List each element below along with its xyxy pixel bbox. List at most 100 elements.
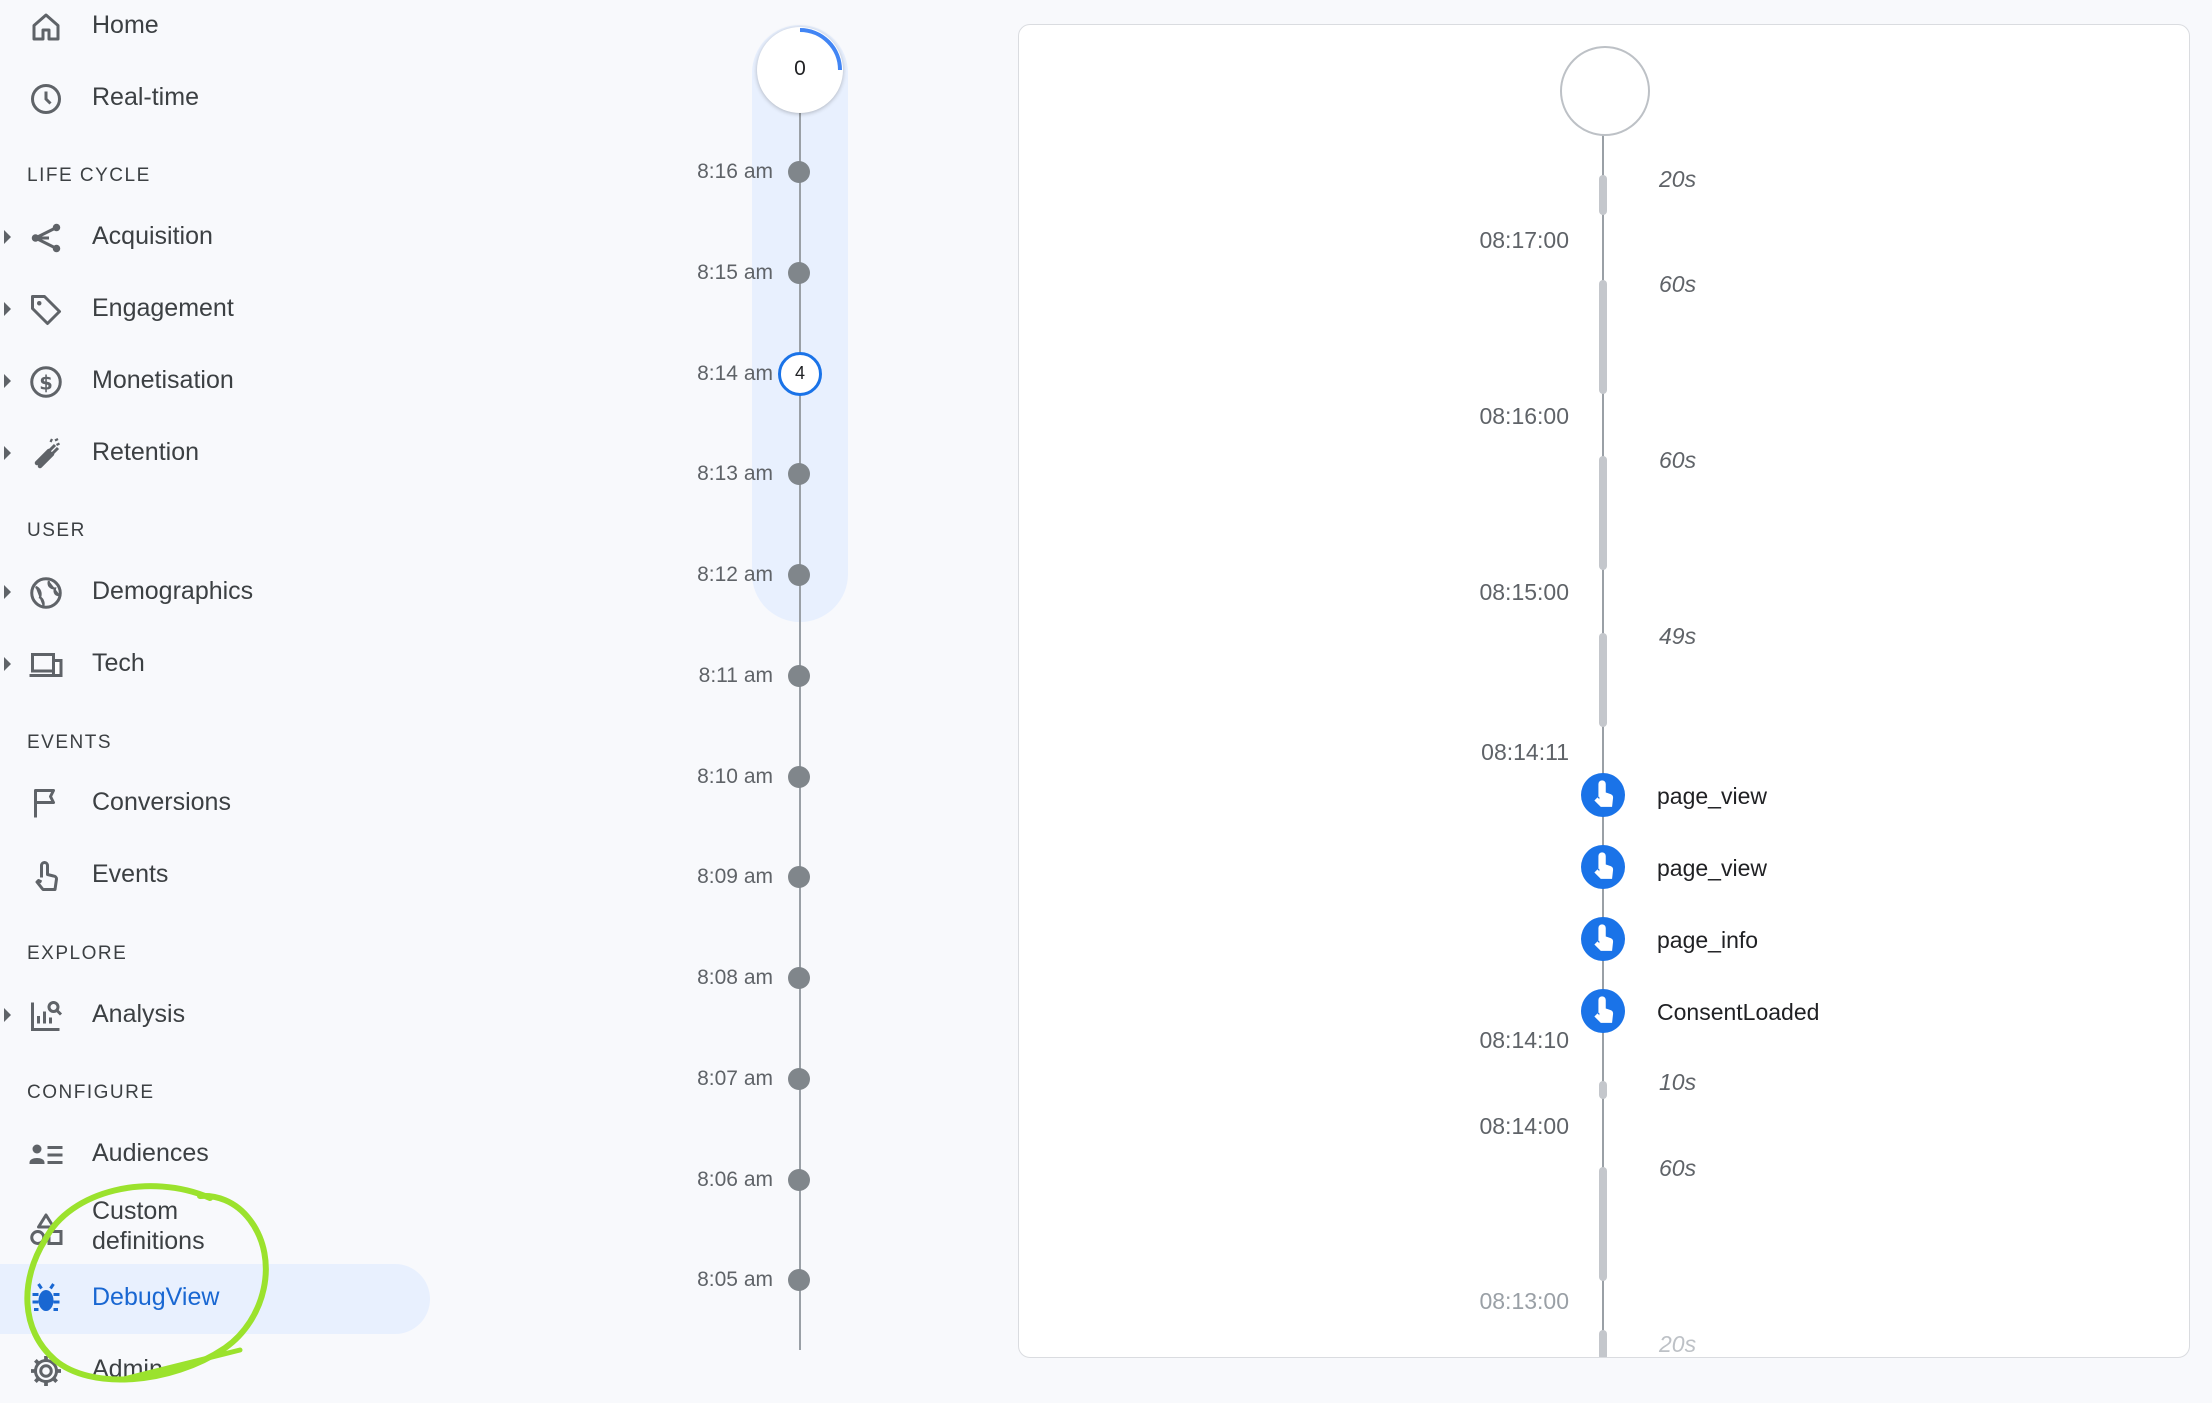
sidebar-item-audiences[interactable]: Audiences: [0, 1123, 430, 1187]
magnet-icon: [34, 437, 61, 469]
touch-icon: [35, 861, 58, 891]
minute-label: 8:07 am: [697, 1067, 773, 1090]
minute-label: 8:10 am: [697, 765, 773, 788]
duration-label: 20s: [1659, 1331, 1697, 1357]
devices-icon: [29, 653, 63, 677]
sidebar-item-label: Retention: [92, 438, 200, 466]
minute-label: 8:11 am: [698, 664, 773, 687]
duration-label: 10s: [1659, 1069, 1697, 1095]
sidebar-item-acquisition[interactable]: Acquisition: [0, 206, 430, 270]
duration-label: 60s: [1659, 271, 1697, 297]
sidebar-item-analysis[interactable]: Analysis: [0, 984, 430, 1048]
event-name[interactable]: page_view: [1657, 854, 1767, 882]
minute-label: 8:06 am: [697, 1168, 773, 1191]
duration-bar: [1599, 280, 1607, 394]
minute-dot[interactable]: [788, 766, 810, 788]
duration-label: 20s: [1659, 166, 1697, 192]
event-name[interactable]: ConsentLoaded: [1657, 998, 1819, 1026]
minute-label: 8:16 am: [697, 160, 773, 183]
sidebar-item-label: Demographics: [92, 577, 254, 605]
sidebar-item-conversions[interactable]: Conversions: [0, 772, 430, 836]
timestamp: 08:13:00: [1479, 1288, 1569, 1314]
minute-counter-circle[interactable]: 0: [757, 27, 843, 113]
minute-dot[interactable]: [788, 564, 810, 586]
event-name[interactable]: page_info: [1657, 926, 1758, 954]
duration-label: 49s: [1659, 623, 1697, 649]
seconds-stream-top-circle[interactable]: [1560, 46, 1650, 136]
section-header-user: USER: [27, 520, 86, 541]
duration-label: 60s: [1659, 1155, 1697, 1181]
event-name[interactable]: page_view: [1657, 782, 1767, 810]
duration-label: 60s: [1659, 447, 1697, 473]
event-marker[interactable]: [1581, 773, 1625, 817]
section-header-explore: EXPLORE: [27, 943, 128, 964]
minute-label: 8:13 am: [697, 462, 773, 485]
minute-count: 0: [794, 57, 806, 80]
duration-bar: [1599, 456, 1607, 570]
timestamp: 08:17:00: [1479, 227, 1569, 253]
touch-icon: [1594, 780, 1614, 807]
minute-dot[interactable]: [788, 1169, 810, 1191]
sidebar-item-label: Conversions: [92, 788, 231, 816]
sidebar-item-label: Audiences: [92, 1139, 209, 1167]
sidebar-item-tech[interactable]: Tech: [0, 633, 430, 697]
expand-caret-icon: [4, 302, 11, 316]
globe-icon: [30, 577, 62, 609]
sidebar-item-real-time[interactable]: Real-time: [0, 67, 430, 131]
minute-dot[interactable]: [788, 463, 810, 485]
duration-bar: [1599, 633, 1607, 727]
sidebar-item-label: Home: [92, 11, 159, 39]
selected-minute-circle[interactable]: 4: [778, 352, 822, 396]
sidebar-item-retention[interactable]: Retention: [0, 422, 430, 486]
minute-timeline: 0 8:16 am 8:15 am 8:14 am 4 8:13 am 8:12…: [560, 0, 960, 1402]
clock-icon: [31, 84, 61, 114]
svg-text:$: $: [39, 372, 53, 395]
minute-label: 8:08 am: [697, 966, 773, 989]
expand-caret-icon: [4, 1008, 11, 1022]
sidebar-item-engagement[interactable]: Engagement: [0, 278, 430, 342]
analysis-icon: [31, 1001, 63, 1031]
event-marker[interactable]: [1581, 917, 1625, 961]
event-marker[interactable]: [1581, 989, 1625, 1033]
timestamp: 08:15:00: [1479, 579, 1569, 605]
minute-label: 8:05 am: [697, 1268, 773, 1291]
minute-dot[interactable]: [788, 866, 810, 888]
sidebar-item-label: Real-time: [92, 83, 199, 111]
minute-label: 8:09 am: [697, 865, 773, 888]
minute-dot[interactable]: [788, 967, 810, 989]
duration-bar: [1599, 1167, 1607, 1281]
sidebar-item-label: Tech: [92, 649, 145, 677]
dollar-icon: $: [30, 366, 62, 398]
sidebar-item-events[interactable]: Events: [0, 844, 430, 908]
sidebar-item-label: Acquisition: [92, 222, 213, 250]
minute-dot[interactable]: [788, 1269, 810, 1291]
event-marker[interactable]: [1581, 845, 1625, 889]
sidebar-item-label: Engagement: [92, 294, 234, 322]
tag-icon: [31, 295, 61, 325]
timestamp: 08:14:00: [1479, 1113, 1569, 1139]
section-header-life-cycle: LIFE CYCLE: [27, 165, 151, 186]
expand-caret-icon: [4, 585, 11, 599]
timestamp: 08:14:11: [1481, 739, 1569, 765]
seconds-stream-panel: 20s 08:17:00 60s 08:16:00 60s 08:15:00 4…: [1018, 24, 2190, 1358]
audiences-icon: [29, 1144, 63, 1164]
minute-dot[interactable]: [788, 665, 810, 687]
selected-minute-count: 4: [794, 363, 805, 383]
sidebar-item-label: Monetisation: [92, 366, 234, 394]
expand-caret-icon: [4, 446, 11, 460]
sidebar-item-home[interactable]: Home: [0, 0, 430, 59]
duration-bar: [1599, 175, 1607, 215]
sidebar-item-monetisation[interactable]: $ Monetisation: [0, 350, 430, 414]
minute-dot[interactable]: [788, 1068, 810, 1090]
sidebar-item-demographics[interactable]: Demographics: [0, 561, 430, 625]
acquisition-icon: [31, 223, 61, 253]
timestamp: 08:14:10: [1479, 1027, 1569, 1053]
minute-label: 8:12 am: [697, 563, 773, 586]
touch-icon: [1594, 924, 1614, 951]
minute-dot[interactable]: [788, 262, 810, 284]
sidebar-item-label: Analysis: [92, 1000, 186, 1028]
expand-caret-icon: [4, 374, 11, 388]
duration-bar: [1599, 1330, 1607, 1357]
expand-caret-icon: [4, 230, 11, 244]
minute-dot[interactable]: [788, 161, 810, 183]
